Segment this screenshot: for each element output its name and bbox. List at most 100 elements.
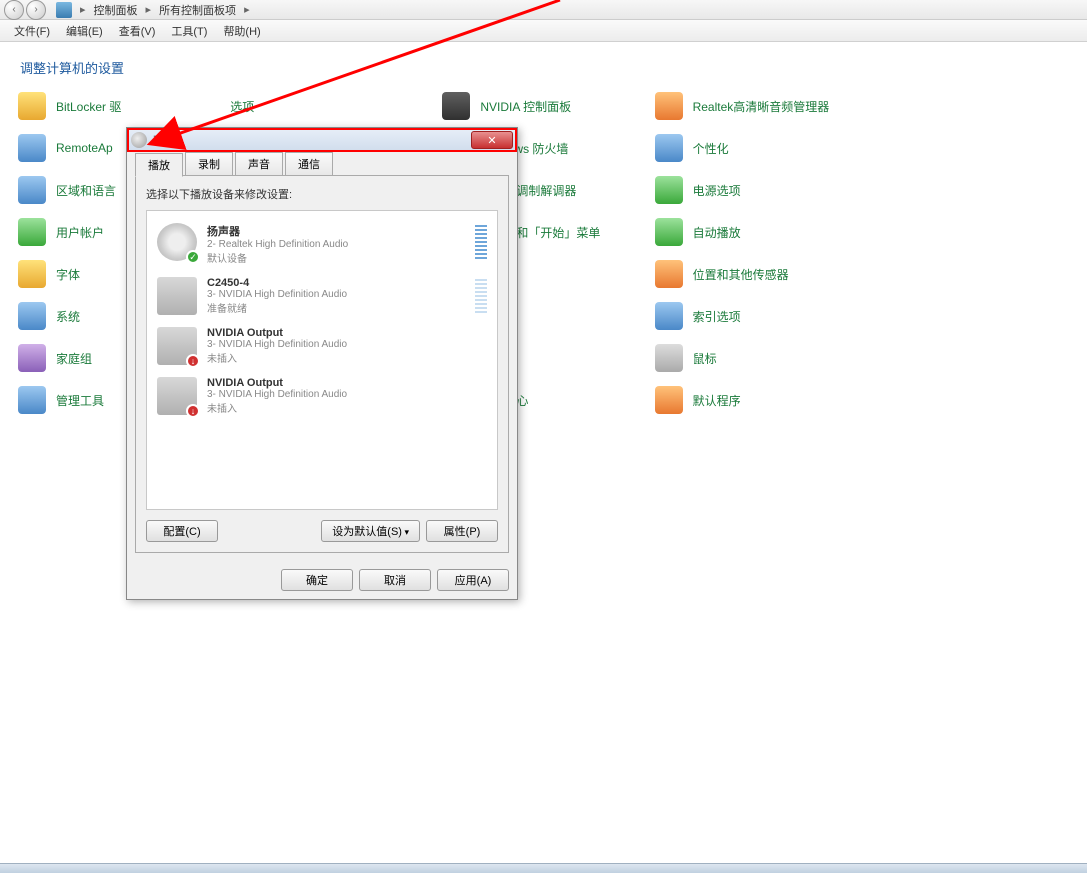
- breadcrumb-root[interactable]: 控制面板: [94, 2, 138, 18]
- cp-link[interactable]: 系统: [56, 308, 80, 325]
- device-row[interactable]: C2450-4 3- NVIDIA High Definition Audio …: [157, 271, 487, 321]
- cp-item-realtek[interactable]: Realtek高清晰音频管理器: [655, 91, 857, 121]
- region-icon: [18, 176, 46, 204]
- breadcrumb-sep: ▸: [244, 3, 250, 16]
- monitor-icon: ↓: [157, 327, 197, 365]
- cp-item-bitlocker[interactable]: BitLocker 驱: [18, 91, 220, 121]
- autoplay-icon: [655, 218, 683, 246]
- homegroup-icon: [18, 344, 46, 372]
- cp-link[interactable]: 鼠标: [693, 350, 717, 367]
- breadcrumb-sub[interactable]: 所有控制面板项: [159, 2, 236, 18]
- cp-link[interactable]: 默认程序: [693, 392, 741, 409]
- device-name: NVIDIA Output: [207, 377, 487, 389]
- cp-link[interactable]: NVIDIA 控制面板: [480, 98, 571, 115]
- tab-playback[interactable]: 播放: [135, 153, 183, 177]
- cp-link[interactable]: 选项: [230, 98, 254, 115]
- device-status: 未插入: [207, 350, 487, 365]
- cp-link[interactable]: 管理工具: [56, 392, 104, 409]
- cp-item-power[interactable]: 电源选项: [655, 175, 857, 205]
- breadcrumb[interactable]: ▸ 控制面板 ▸ 所有控制面板项 ▸: [56, 2, 254, 18]
- close-button[interactable]: ✕: [471, 131, 513, 149]
- remoteapp-icon: [18, 134, 46, 162]
- cp-item-location[interactable]: 位置和其他传感器: [655, 259, 857, 289]
- tab-communications[interactable]: 通信: [285, 152, 333, 175]
- device-row[interactable]: ↓ NVIDIA Output 3- NVIDIA High Definitio…: [157, 321, 487, 371]
- cp-link[interactable]: 索引选项: [693, 308, 741, 325]
- menu-tools[interactable]: 工具(T): [163, 21, 215, 41]
- cp-item-partial[interactable]: 选项: [230, 91, 432, 121]
- cp-link[interactable]: RemoteAp: [56, 141, 113, 155]
- device-row[interactable]: ✓ 扬声器 2- Realtek High Definition Audio 默…: [157, 217, 487, 271]
- admin-tools-icon: [18, 386, 46, 414]
- power-icon: [655, 176, 683, 204]
- properties-button[interactable]: 属性(P): [426, 520, 498, 542]
- breadcrumb-sep: ▸: [146, 3, 152, 16]
- cp-link[interactable]: 字体: [56, 266, 80, 283]
- dialog-title-bar[interactable]: 声音 ✕: [127, 128, 517, 152]
- users-icon: [18, 218, 46, 246]
- cp-link[interactable]: 用户帐户: [56, 224, 104, 241]
- default-programs-icon: [655, 386, 683, 414]
- tab-sounds[interactable]: 声音: [235, 152, 283, 175]
- bitlocker-icon: [18, 92, 46, 120]
- dialog-commit-buttons: 确定 取消 应用(A): [127, 561, 517, 599]
- cp-item-indexing[interactable]: 索引选项: [655, 301, 857, 331]
- device-name: 扬声器: [207, 223, 469, 239]
- device-list[interactable]: ✓ 扬声器 2- Realtek High Definition Audio 默…: [146, 210, 498, 510]
- cp-item-nvidia-cp[interactable]: NVIDIA 控制面板: [442, 91, 644, 121]
- device-status: 默认设备: [207, 250, 469, 265]
- device-sub: 3- NVIDIA High Definition Audio: [207, 389, 487, 400]
- menu-file[interactable]: 文件(F): [6, 21, 58, 41]
- address-bar: ‹ › ▸ 控制面板 ▸ 所有控制面板项 ▸: [0, 0, 1087, 20]
- system-icon: [18, 302, 46, 330]
- control-panel-icon: [56, 2, 72, 18]
- sound-dialog: 声音 ✕ 播放 录制 声音 通信 选择以下播放设备来修改设置: ✓ 扬声器 2-…: [126, 127, 518, 600]
- device-info: NVIDIA Output 3- NVIDIA High Definition …: [207, 327, 487, 365]
- cp-item-personalization[interactable]: 个性化: [655, 133, 857, 163]
- instruction-text: 选择以下播放设备来修改设置:: [146, 186, 498, 202]
- level-meter: [475, 223, 487, 259]
- taskbar[interactable]: [0, 863, 1087, 873]
- dialog-lower-buttons: 配置(C) 设为默认值(S) 属性(P): [146, 520, 498, 542]
- monitor-icon: ↓: [157, 377, 197, 415]
- device-info: C2450-4 3- NVIDIA High Definition Audio …: [207, 277, 469, 315]
- cp-link[interactable]: 电源选项: [693, 182, 741, 199]
- apply-button[interactable]: 应用(A): [437, 569, 509, 591]
- monitor-icon: [157, 277, 197, 315]
- cp-item-mouse[interactable]: 鼠标: [655, 343, 857, 373]
- back-button[interactable]: ‹: [4, 0, 24, 20]
- default-badge-icon: ✓: [186, 250, 200, 264]
- page-title: 调整计算机的设置: [0, 42, 1087, 87]
- dialog-tabs: 播放 录制 声音 通信: [127, 152, 517, 175]
- menu-edit[interactable]: 编辑(E): [58, 21, 111, 41]
- menu-bar: 文件(F) 编辑(E) 查看(V) 工具(T) 帮助(H): [0, 20, 1087, 42]
- cp-item-default-programs[interactable]: 默认程序: [655, 385, 857, 415]
- device-sub: 3- NVIDIA High Definition Audio: [207, 339, 487, 350]
- forward-button[interactable]: ›: [26, 0, 46, 20]
- personalization-icon: [655, 134, 683, 162]
- cp-link[interactable]: Realtek高清晰音频管理器: [693, 98, 830, 115]
- device-row[interactable]: ↓ NVIDIA Output 3- NVIDIA High Definitio…: [157, 371, 487, 421]
- menu-view[interactable]: 查看(V): [111, 21, 164, 41]
- cp-item-autoplay[interactable]: 自动播放: [655, 217, 857, 247]
- device-name: C2450-4: [207, 277, 469, 289]
- cancel-button[interactable]: 取消: [359, 569, 431, 591]
- cp-link[interactable]: 家庭组: [56, 350, 92, 367]
- level-meter: [475, 277, 487, 313]
- ok-button[interactable]: 确定: [281, 569, 353, 591]
- configure-button[interactable]: 配置(C): [146, 520, 218, 542]
- mouse-icon: [655, 344, 683, 372]
- cp-link[interactable]: BitLocker 驱: [56, 98, 121, 115]
- cp-link[interactable]: 位置和其他传感器: [693, 266, 789, 283]
- cp-link[interactable]: 个性化: [693, 140, 729, 157]
- cp-link[interactable]: 自动播放: [693, 224, 741, 241]
- indexing-icon: [655, 302, 683, 330]
- menu-help[interactable]: 帮助(H): [215, 21, 268, 41]
- location-icon: [655, 260, 683, 288]
- fonts-icon: [18, 260, 46, 288]
- set-default-button[interactable]: 设为默认值(S): [321, 520, 420, 542]
- device-status: 未插入: [207, 400, 487, 415]
- cp-link[interactable]: 区域和语言: [56, 182, 116, 199]
- tab-body: 选择以下播放设备来修改设置: ✓ 扬声器 2- Realtek High Def…: [135, 175, 509, 553]
- tab-recording[interactable]: 录制: [185, 152, 233, 175]
